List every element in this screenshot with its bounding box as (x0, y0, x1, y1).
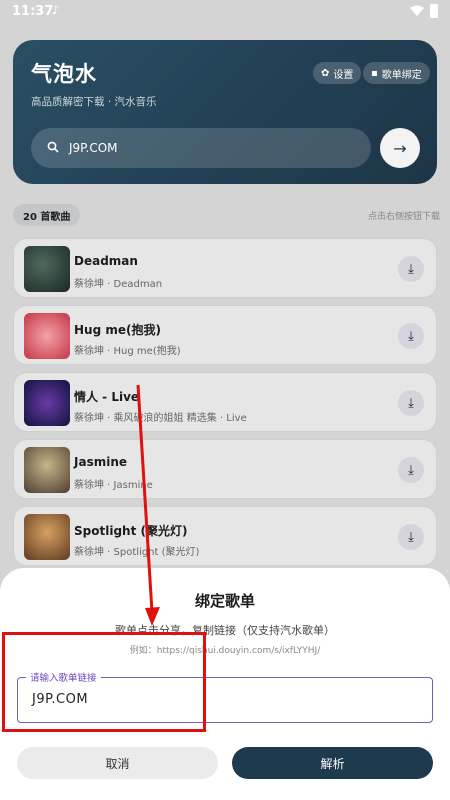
annotation-arrow (136, 384, 160, 626)
